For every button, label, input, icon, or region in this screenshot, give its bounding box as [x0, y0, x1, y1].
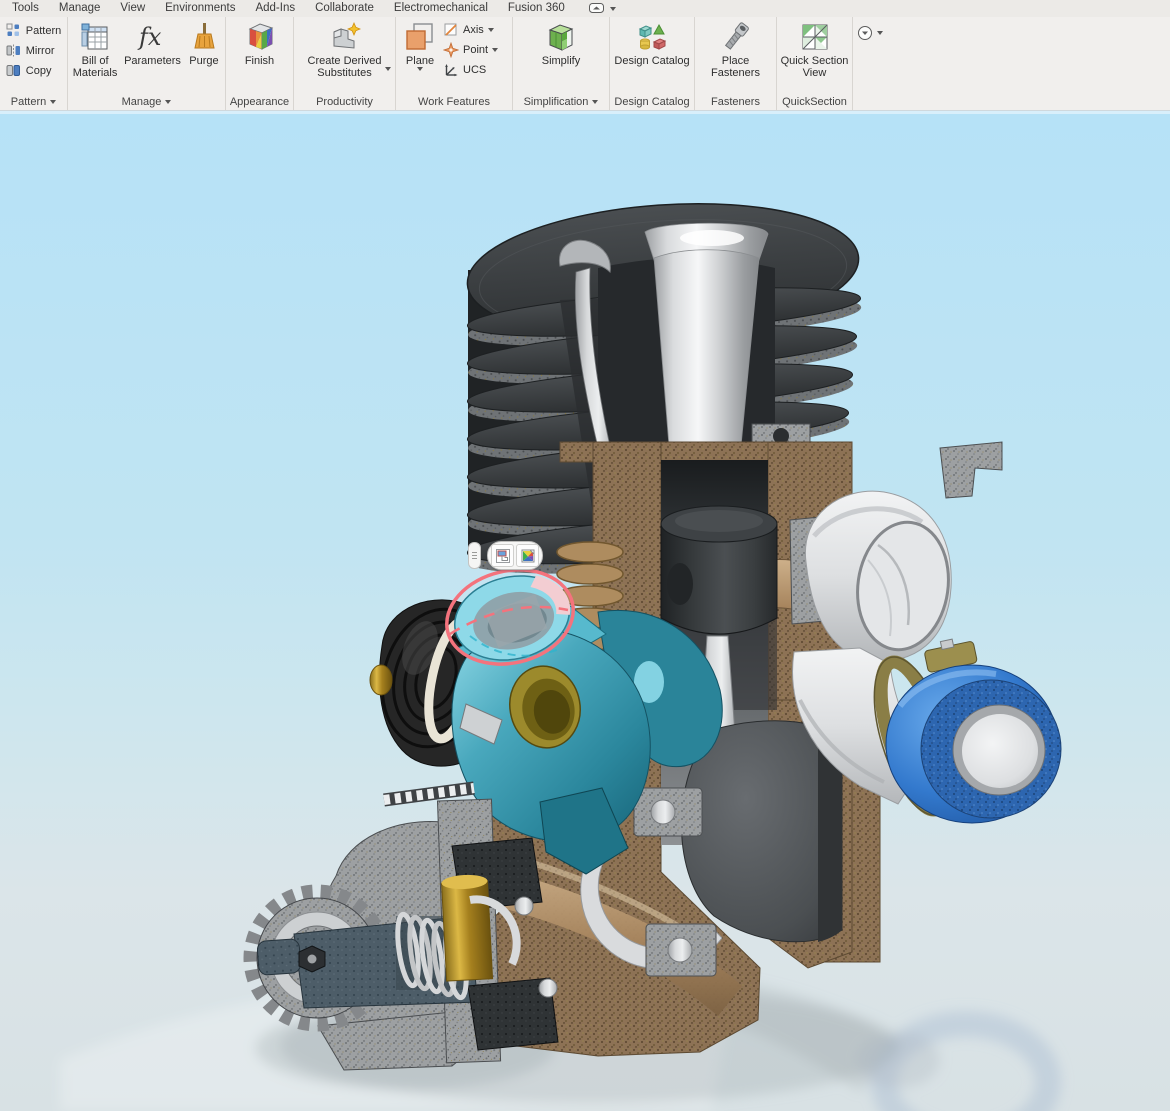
tab-tools[interactable]: Tools — [2, 1, 49, 16]
dropdown-arrow-icon[interactable] — [492, 48, 498, 52]
axis-icon — [443, 22, 459, 38]
tab-fusion-360[interactable]: Fusion 360 — [498, 1, 575, 16]
appearance-button[interactable] — [516, 544, 539, 567]
purge-button[interactable]: Purge — [184, 18, 224, 67]
ribbon-panel-work-features: Plane Axis Point — [396, 17, 513, 110]
simplify-button[interactable]: Simplify — [539, 18, 584, 67]
bearing-ball — [651, 800, 675, 824]
mini-toolbar-grip[interactable] — [468, 542, 481, 569]
ribbon-tab-bar: Tools Manage View Environments Add-Ins C… — [0, 0, 1170, 17]
flyout-arrow-icon — [165, 100, 171, 104]
ribbon-panel-fasteners: Place Fasteners Fasteners — [695, 17, 777, 110]
bill-of-materials-button[interactable]: Bill of Materials — [69, 18, 121, 79]
panel-label-work-features: Work Features — [396, 93, 512, 110]
plane-icon — [403, 20, 437, 54]
mirror-button[interactable]: Mirror — [6, 43, 61, 58]
ribbon-collapse-button[interactable] — [857, 25, 883, 41]
pattern-icon — [6, 23, 22, 39]
bom-icon — [78, 20, 112, 54]
ribbon-display-toggle[interactable] — [589, 3, 616, 14]
panel-label-simplification[interactable]: Simplification — [513, 93, 609, 110]
quick-section-icon — [798, 20, 832, 54]
place-fasteners-icon — [719, 20, 753, 54]
edit-icon — [495, 548, 511, 564]
panel-label-fasteners: Fasteners — [695, 93, 776, 110]
finish-cube-icon — [243, 20, 277, 54]
finish-button[interactable]: Finish — [240, 18, 280, 67]
ribbon-panel-appearance: Finish Appearance — [226, 17, 294, 110]
viewport-3d[interactable] — [0, 111, 1170, 1111]
fx-icon: fx — [135, 20, 169, 54]
ucs-button[interactable]: UCS — [443, 62, 498, 77]
chevron-down-icon — [877, 31, 883, 35]
point-icon — [443, 42, 459, 58]
tab-environments[interactable]: Environments — [155, 1, 245, 16]
point-button[interactable]: Point — [443, 42, 498, 57]
flyout-arrow-icon — [50, 100, 56, 104]
selection-mini-toolbar — [468, 541, 543, 570]
derived-substitutes-icon — [328, 20, 362, 54]
create-derived-substitutes-button[interactable]: Create Derived Substitutes — [300, 18, 390, 79]
design-catalog-icon — [635, 20, 669, 54]
ribbon-panel-pattern: Pattern Mirror Copy — [0, 17, 68, 110]
ribbon-panel-icon — [589, 3, 607, 14]
axis-button[interactable]: Axis — [443, 22, 498, 37]
flyout-arrow-icon — [592, 100, 598, 104]
panel-label-productivity: Productivity — [294, 93, 395, 110]
tab-collaborate[interactable]: Collaborate — [305, 1, 384, 16]
panel-label-appearance: Appearance — [226, 93, 293, 110]
fuel-nipple — [370, 665, 392, 695]
tab-view[interactable]: View — [110, 1, 155, 16]
tab-manage[interactable]: Manage — [49, 1, 111, 16]
chevron-down-icon — [610, 7, 616, 11]
panel-label-design-catalog: Design Catalog — [610, 93, 694, 110]
panel-label-pattern[interactable]: Pattern — [0, 93, 67, 110]
ribbon-panel-quicksection: Quick Section View QuickSection — [777, 17, 853, 110]
appearance-icon — [520, 548, 536, 564]
dropdown-arrow-icon[interactable] — [488, 28, 494, 32]
engine-model-canvas — [0, 111, 1170, 1111]
panel-label-manage[interactable]: Manage — [68, 93, 225, 110]
tab-add-ins[interactable]: Add-Ins — [245, 1, 305, 16]
broom-icon — [187, 20, 221, 54]
svg-text:fx: fx — [137, 23, 162, 51]
edit-button[interactable] — [491, 544, 514, 567]
ribbon-panel-productivity: Create Derived Substitutes Productivity — [294, 17, 396, 110]
ribbon-panel-simplification: Simplify Simplification — [513, 17, 610, 110]
pattern-button[interactable]: Pattern — [6, 23, 61, 38]
inventor-app-window: Tools Manage View Environments Add-Ins C… — [0, 0, 1170, 1111]
ribbon: Pattern Mirror Copy — [0, 17, 1170, 111]
mirror-icon — [6, 43, 22, 59]
crankshaft-journal — [441, 874, 492, 981]
copy-icon — [6, 63, 22, 79]
plane-button[interactable]: Plane — [400, 18, 440, 71]
bearing-ball — [668, 938, 692, 962]
copy-button[interactable]: Copy — [6, 63, 61, 78]
parameters-button[interactable]: fx Parameters — [121, 18, 184, 67]
dropdown-arrow-icon[interactable] — [417, 67, 423, 71]
tab-electromechanical[interactable]: Electromechanical — [384, 1, 498, 16]
panel-label-quicksection: QuickSection — [777, 93, 852, 110]
ribbon-panel-manage: Bill of Materials fx Parameters Purge Ma… — [68, 17, 226, 110]
liner-fin — [557, 542, 623, 562]
ribbon-panel-design-catalog: Design Catalog Design Catalog — [610, 17, 695, 110]
ribbon-collapse-icon — [857, 25, 873, 41]
quick-section-view-button[interactable]: Quick Section View — [777, 18, 853, 79]
place-fasteners-button[interactable]: Place Fasteners — [704, 18, 768, 79]
ucs-icon — [443, 62, 459, 78]
simplify-icon — [544, 20, 578, 54]
design-catalog-button[interactable]: Design Catalog — [610, 18, 694, 67]
dropdown-arrow-icon[interactable] — [385, 67, 391, 71]
